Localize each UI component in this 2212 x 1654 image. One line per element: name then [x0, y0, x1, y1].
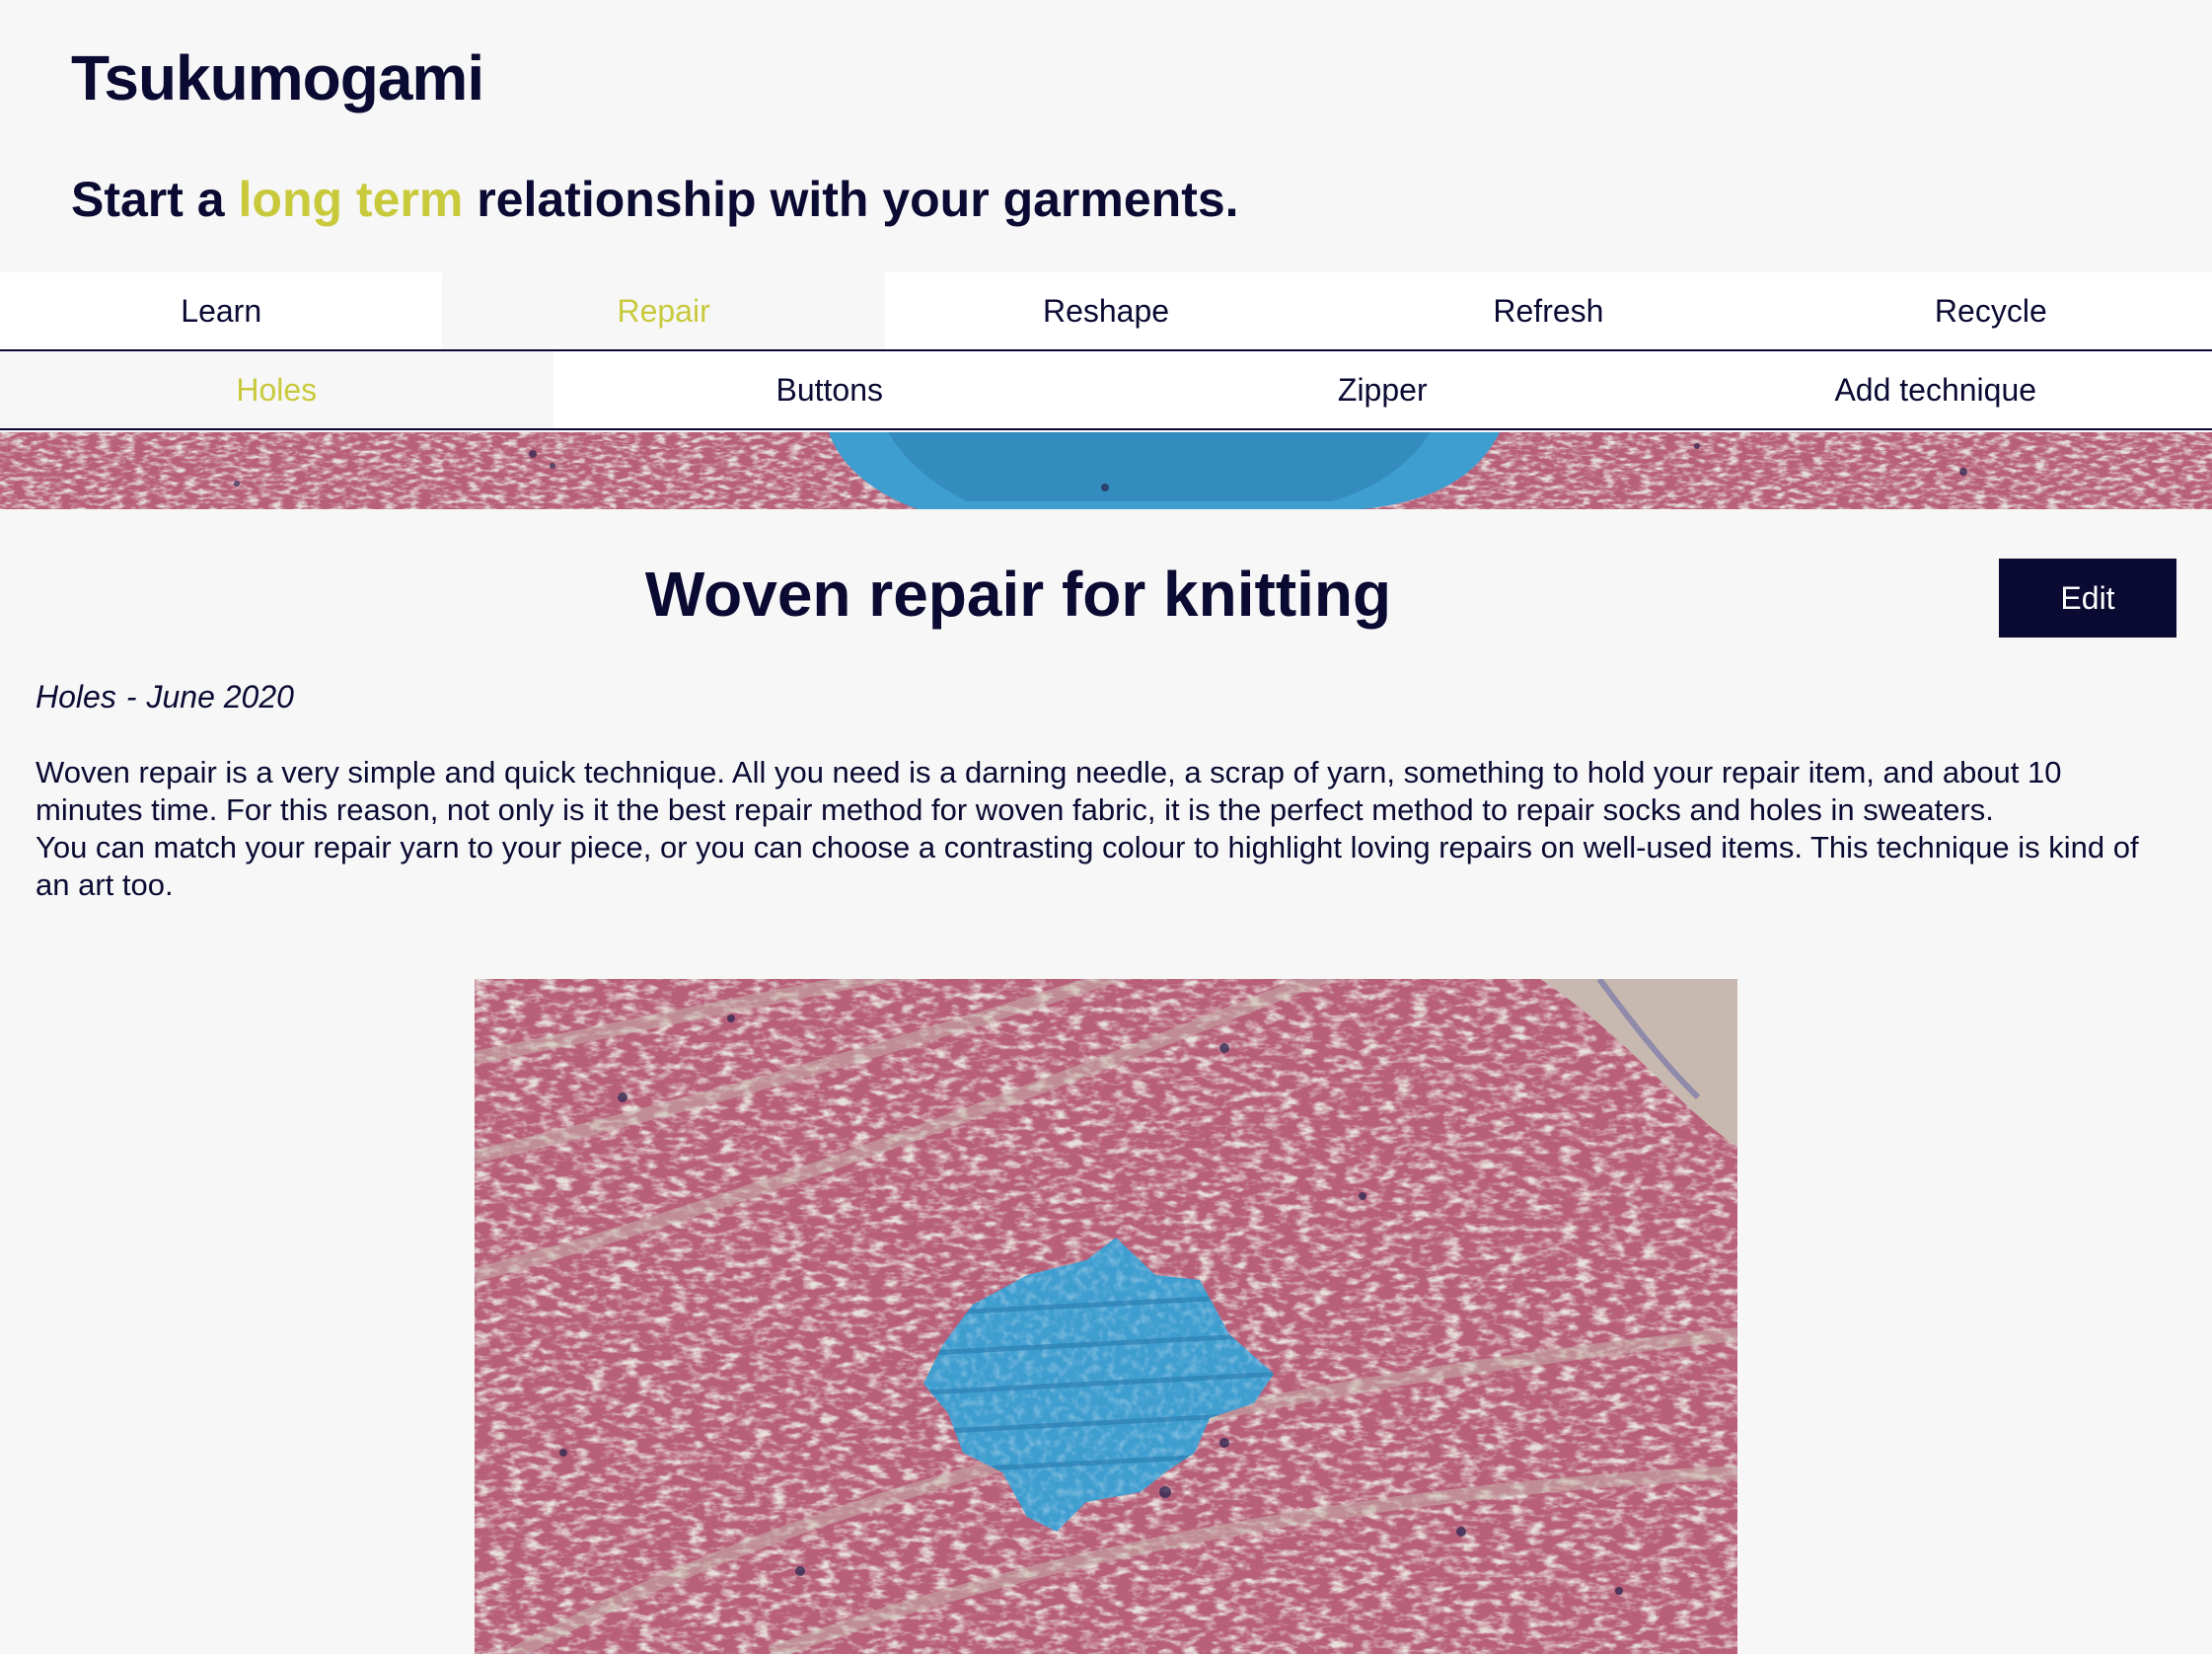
- secondary-nav: Holes Buttons Zipper Add technique: [0, 351, 2212, 430]
- nav-item-learn[interactable]: Learn: [0, 272, 442, 349]
- site-tagline: Start a long term relationship with your…: [71, 166, 1239, 233]
- article-body: Woven repair is a very simple and quick …: [36, 754, 2176, 904]
- article-meta: Holes - June 2020: [36, 675, 294, 718]
- article-category: Holes: [36, 679, 116, 714]
- meta-separator: -: [125, 679, 137, 714]
- article-photo: [475, 979, 1737, 1654]
- article-paragraph: You can match your repair yarn to your p…: [36, 830, 2139, 902]
- subnav-item-add-technique[interactable]: Add technique: [1659, 351, 2212, 428]
- subnav-item-holes[interactable]: Holes: [0, 351, 553, 428]
- edit-button[interactable]: Edit: [1999, 559, 2176, 638]
- tagline-start: Start a: [71, 172, 239, 227]
- nav-item-recycle[interactable]: Recycle: [1770, 272, 2212, 349]
- article-title: Woven repair for knitting: [644, 559, 1392, 630]
- subnav-item-buttons[interactable]: Buttons: [553, 351, 1107, 428]
- tagline-accent: long term: [238, 172, 464, 227]
- banner-image: [0, 432, 2212, 509]
- site-header: Tsukumogami Start a long term relationsh…: [0, 0, 2212, 272]
- primary-nav: Learn Repair Reshape Refresh Recycle: [0, 272, 2212, 351]
- article-paragraph: Woven repair is a very simple and quick …: [36, 755, 2062, 827]
- tagline-end: relationship with your garments.: [463, 172, 1239, 227]
- nav-item-repair[interactable]: Repair: [442, 272, 885, 349]
- nav-item-reshape[interactable]: Reshape: [885, 272, 1327, 349]
- subnav-item-zipper[interactable]: Zipper: [1106, 351, 1659, 428]
- site-title[interactable]: Tsukumogami: [71, 39, 484, 116]
- nav-item-refresh[interactable]: Refresh: [1327, 272, 1769, 349]
- article-date: June 2020: [146, 679, 294, 714]
